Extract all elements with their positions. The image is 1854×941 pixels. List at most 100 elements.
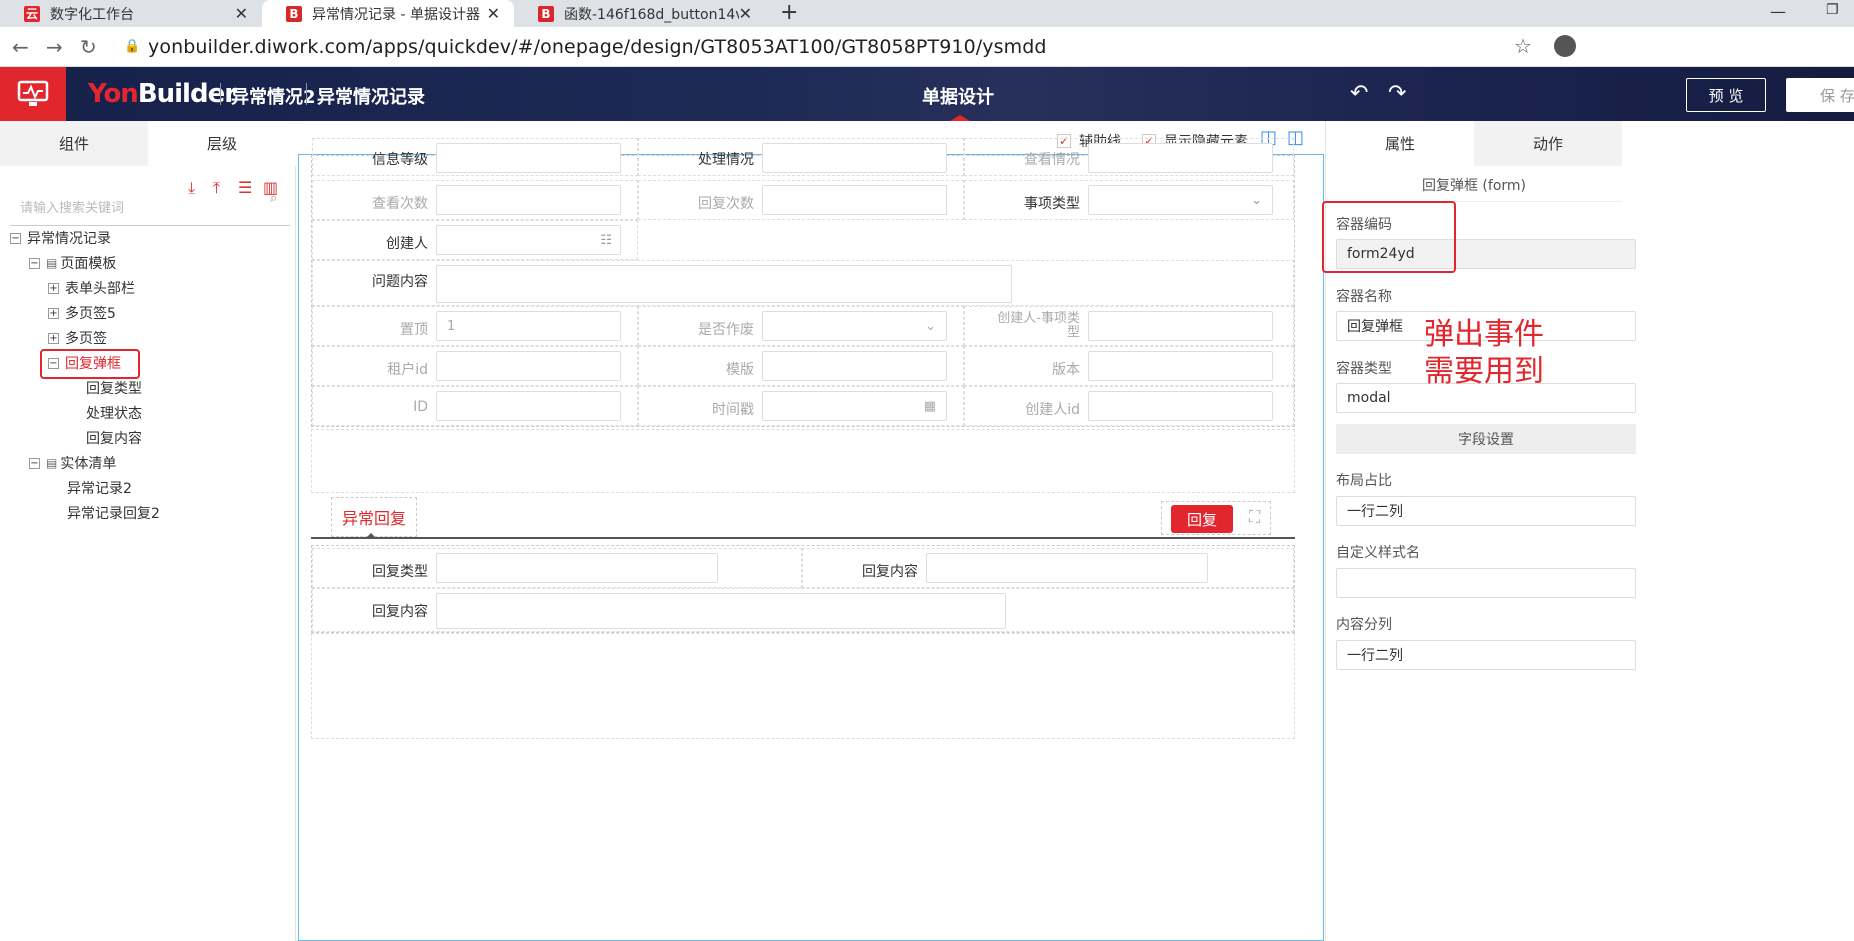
tree-node-reply-content[interactable]: 回复内容 — [86, 428, 142, 448]
collapse-icon[interactable]: − — [10, 232, 21, 244]
close-icon[interactable]: ✕ — [739, 4, 752, 23]
b-app-icon: B — [286, 5, 302, 22]
lock-icon: 🔒 — [124, 39, 141, 54]
tab-exception-reply[interactable]: 异常回复 — [331, 497, 417, 537]
collapse-icon[interactable]: − — [29, 457, 40, 469]
field-label: 处理情况 — [698, 152, 754, 168]
form-cell: 模版 — [638, 346, 964, 386]
reply-button[interactable]: 回复 — [1171, 505, 1233, 533]
form-cell: 是否作废 ⌄ — [638, 306, 964, 346]
tree-node-entity-list[interactable]: − ▤ 实体清单 — [29, 453, 116, 473]
field-input[interactable] — [762, 143, 947, 173]
tree-node-root[interactable]: − 异常情况记录 — [10, 228, 111, 248]
form-cell: 处理情况 — [638, 138, 964, 176]
new-tab-button[interactable]: + — [780, 0, 798, 25]
forward-icon[interactable]: → — [46, 35, 63, 59]
redo-icon[interactable]: ↷ — [1388, 81, 1406, 106]
field-settings-button[interactable]: 字段设置 — [1336, 424, 1636, 454]
field-input[interactable] — [436, 185, 621, 215]
brand-yon: Yon — [88, 79, 139, 109]
reference-input[interactable]: ☷ — [436, 225, 621, 255]
field-input[interactable] — [762, 185, 947, 215]
field-input[interactable] — [926, 553, 1208, 583]
field-label: 模版 — [726, 362, 754, 378]
field-input[interactable] — [1088, 391, 1273, 421]
restore-icon[interactable]: ❐ — [1826, 2, 1839, 18]
field-input[interactable] — [762, 351, 947, 381]
tree-node-process-status[interactable]: 处理状态 — [86, 403, 142, 423]
url-field[interactable]: yonbuilder.diwork.com/apps/quickdev/#/on… — [148, 36, 1047, 58]
form-cell: 事项类型 ⌄ — [964, 180, 1294, 220]
custom-style-input[interactable] — [1336, 568, 1636, 598]
save-button[interactable]: 保 存 — [1786, 78, 1854, 112]
profile-avatar[interactable] — [1554, 35, 1576, 57]
tree-node-exception-reply2[interactable]: 异常记录回复2 — [67, 503, 160, 523]
container-name-label: 容器名称 — [1336, 289, 1392, 305]
tab-hierarchy[interactable]: 层级 — [148, 121, 296, 166]
dropdown-select[interactable]: ⌄ — [762, 311, 947, 341]
right-panel: 属性 动作 回复弹框 (form) 容器编码 form24yd 容器名称 回复弹… — [1322, 121, 1854, 941]
layout-ratio-select[interactable]: 一行二列 — [1336, 496, 1636, 526]
form-cell: 创建人-事项类型 — [964, 306, 1294, 346]
tree-node-form-header[interactable]: + 表单头部栏 — [48, 278, 135, 298]
preview-button[interactable]: 预 览 — [1686, 78, 1766, 112]
close-icon[interactable]: ✕ — [487, 4, 500, 23]
list-icon[interactable]: ☷ — [600, 233, 612, 248]
content-cols-select[interactable]: 一行二列 — [1336, 640, 1636, 670]
empty-section — [311, 633, 1295, 739]
minimize-icon[interactable]: — — [1770, 2, 1786, 21]
field-label: 回复次数 — [698, 196, 754, 212]
reload-icon[interactable]: ↻ — [80, 35, 97, 59]
date-input[interactable]: ▦ — [762, 391, 947, 421]
export-icon[interactable]: ⤒ — [213, 178, 220, 198]
import-icon[interactable]: ⤓ — [188, 178, 195, 198]
tab-components[interactable]: 组件 — [0, 121, 148, 166]
field-input[interactable]: 1 — [436, 311, 621, 341]
textarea[interactable] — [436, 593, 1006, 629]
page-title: 单据设计 — [922, 87, 994, 108]
app-logo[interactable] — [0, 67, 66, 121]
tree-node-reply-type[interactable]: 回复类型 — [86, 378, 142, 398]
close-icon[interactable]: ✕ — [235, 4, 248, 23]
dropdown-select[interactable]: ⌄ — [1088, 185, 1273, 215]
page-icon: ▤ — [46, 256, 58, 270]
expand-icon[interactable]: + — [48, 307, 59, 319]
subtab-bar: 异常回复 回复 ⛶ — [311, 493, 1295, 539]
undo-icon[interactable]: ↶ — [1350, 81, 1368, 106]
expand-icon[interactable]: + — [48, 282, 59, 294]
field-label: 事项类型 — [1024, 196, 1080, 212]
sort-icon[interactable]: ☰ — [238, 178, 252, 197]
fullscreen-icon[interactable]: ⛶ — [1249, 507, 1260, 527]
collapse-icon[interactable]: − — [29, 257, 40, 269]
breadcrumb-page[interactable]: 异常情况记录 — [317, 83, 425, 109]
browser-tab[interactable]: B 函数-146f168d_button14vg_on ✕ — [514, 0, 766, 27]
field-input[interactable] — [1088, 143, 1273, 173]
tab-properties[interactable]: 属性 — [1326, 121, 1474, 166]
breadcrumb-app[interactable]: 异常情况2 — [231, 83, 316, 109]
search-input[interactable]: 请输入搜索关键词 — [10, 196, 290, 226]
tab-actions[interactable]: 动作 — [1474, 121, 1622, 166]
tree-node-exception-record2[interactable]: 异常记录2 — [67, 478, 132, 498]
field-input[interactable] — [436, 351, 621, 381]
back-icon[interactable]: ← — [12, 35, 29, 59]
field-input[interactable] — [436, 143, 621, 173]
tree-node-multi-tab[interactable]: + 多页签 — [48, 328, 107, 348]
star-icon[interactable]: ☆ — [1514, 34, 1532, 58]
field-input[interactable] — [1088, 311, 1273, 341]
field-label: 查看次数 — [372, 196, 428, 212]
textarea[interactable] — [436, 265, 1012, 303]
expand-icon[interactable]: + — [48, 332, 59, 344]
field-input[interactable] — [1088, 351, 1273, 381]
tree-node-multi-tab5[interactable]: + 多页签5 — [48, 303, 116, 323]
form-cell: 版本 — [964, 346, 1294, 386]
browser-tab[interactable]: 云 数字化工作台 ✕ — [0, 0, 262, 27]
tree-node-page-template[interactable]: − ▤ 页面模板 — [29, 253, 116, 273]
field-input[interactable] — [436, 391, 621, 421]
field-input[interactable] — [436, 553, 718, 583]
field-label: 信息等级 — [372, 152, 428, 168]
header-divider — [220, 83, 221, 105]
calendar-icon[interactable]: ▦ — [924, 399, 936, 414]
browser-tab-active[interactable]: B 异常情况记录 - 单据设计器 ✕ — [262, 0, 514, 27]
form-cell: 查看次数 — [312, 180, 638, 220]
search-icon[interactable]: ⌕ — [270, 191, 277, 206]
